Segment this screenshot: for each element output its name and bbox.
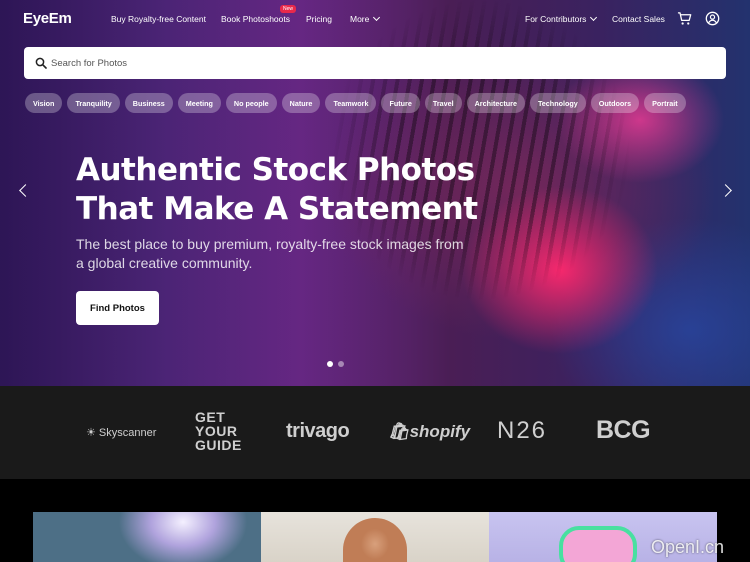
top-navigation: EyeEm Buy Royalty-free Content Book Phot… [0, 0, 750, 38]
tag-no-people[interactable]: No people [225, 93, 277, 113]
skyscanner-wordmark: Skyscanner [98, 427, 157, 439]
tag-architecture[interactable]: Architecture [466, 93, 525, 113]
search-icon [35, 57, 47, 69]
tag-outdoors[interactable]: Outdoors [590, 93, 640, 113]
search-input[interactable] [51, 47, 711, 79]
nav-for-contributors[interactable]: For Contributors [525, 13, 598, 24]
hero-subheadline-line-2: a global creative community. [76, 255, 253, 271]
hero-subheadline-line-1: The best place to buy premium, royalty-f… [76, 236, 464, 252]
skyscanner-logo: ☀ Skyscanner [86, 426, 156, 439]
watermark: OpenI.cn [651, 537, 725, 557]
nav-pricing[interactable]: Pricing [306, 14, 332, 24]
shopify-bag-icon: 🛍 [388, 422, 410, 441]
n26-logo: N26 [497, 417, 548, 444]
tag-meeting[interactable]: Meeting [177, 93, 221, 113]
nav-contact-sales[interactable]: Contact Sales [612, 14, 665, 24]
chevron-down-icon [590, 13, 598, 22]
tag-vision[interactable]: Vision [25, 93, 63, 113]
tag-nature[interactable]: Nature [281, 93, 321, 113]
getyourguide-line-2: YOUR [195, 423, 238, 439]
hero-headline-line-1: Authentic Stock Photos [76, 152, 475, 188]
tag-business[interactable]: Business [124, 93, 173, 113]
tag-list: Vision Tranquility Business Meeting No p… [25, 93, 686, 113]
getyourguide-line-1: GET [195, 409, 226, 425]
tag-teamwork[interactable]: Teamwork [325, 93, 377, 113]
getyourguide-logo: GET YOUR GUIDE [195, 410, 242, 452]
hero-headline-line-2: That Make A Statement [76, 191, 478, 227]
gallery-photo-1[interactable] [33, 512, 261, 562]
tag-tranquility[interactable]: Tranquility [67, 93, 120, 113]
cart-icon[interactable] [677, 11, 692, 26]
hero-headline: Authentic Stock Photos That Make A State… [76, 151, 516, 229]
nav-more[interactable]: More [350, 13, 381, 24]
skyscanner-sun-icon: ☀ [86, 427, 99, 439]
search-bar[interactable] [24, 47, 726, 79]
bcg-logo: BCG [596, 416, 651, 444]
chevron-down-icon [373, 13, 381, 22]
tag-future[interactable]: Future [381, 93, 420, 113]
tag-technology[interactable]: Technology [529, 93, 586, 113]
getyourguide-line-3: GUIDE [195, 437, 242, 453]
trivago-logo: trivago [286, 420, 350, 442]
carousel-dot-2[interactable] [338, 361, 344, 367]
nav-contributors-label: For Contributors [525, 14, 587, 24]
tag-portrait[interactable]: Portrait [644, 93, 686, 113]
find-photos-button[interactable]: Find Photos [76, 291, 159, 325]
gallery-photo-2[interactable] [261, 512, 489, 562]
shopify-wordmark: shopify [409, 422, 471, 441]
tag-travel[interactable]: Travel [424, 93, 462, 113]
hero-subheadline: The best place to buy premium, royalty-f… [76, 235, 506, 273]
shopify-logo: 🛍shopify [388, 422, 470, 442]
nav-buy-content[interactable]: Buy Royalty-free Content [111, 14, 206, 24]
eyeem-logo[interactable]: EyeEm [23, 10, 72, 27]
account-icon[interactable] [705, 11, 720, 26]
new-badge: New [280, 5, 297, 13]
nav-book-photoshoots[interactable]: Book Photoshoots [221, 14, 290, 24]
carousel-dots [327, 361, 344, 367]
carousel-dot-1[interactable] [327, 361, 333, 367]
nav-more-label: More [350, 14, 370, 24]
